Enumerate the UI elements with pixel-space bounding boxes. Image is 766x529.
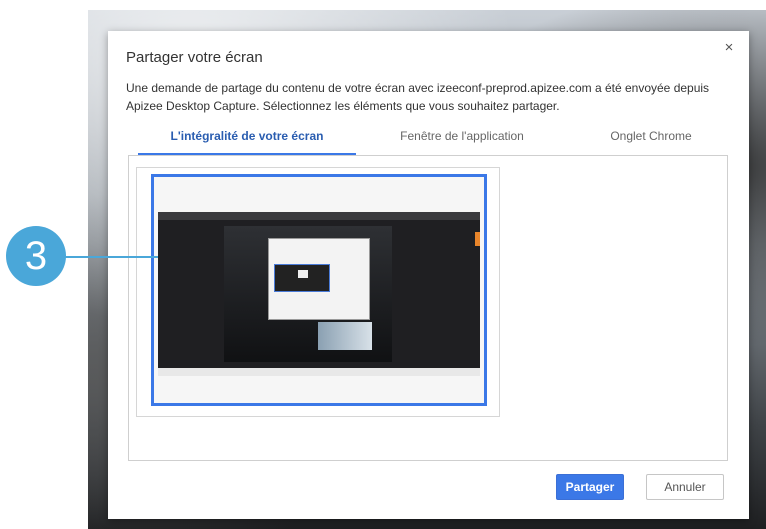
step-callout-line xyxy=(56,256,158,258)
preview-nested-thumbnail xyxy=(274,264,330,292)
preview-orange-tab xyxy=(475,232,480,246)
preview-nested-dot xyxy=(298,270,308,278)
close-icon[interactable]: × xyxy=(721,40,737,56)
tab-application-window[interactable]: Fenêtre de l'application xyxy=(363,127,561,153)
dialog-actions: Partager Annuler xyxy=(108,459,749,519)
tab-entire-screen[interactable]: L'intégralité de votre écran xyxy=(138,127,356,155)
source-pane xyxy=(128,155,728,461)
preview-taskbar xyxy=(158,368,480,376)
share-screen-dialog: Partager votre écran × Une demande de pa… xyxy=(108,31,749,519)
source-tabs: L'intégralité de votre écran Fenêtre de … xyxy=(138,127,734,155)
tab-chrome-tab[interactable]: Onglet Chrome xyxy=(568,127,734,153)
cancel-button[interactable]: Annuler xyxy=(646,474,724,500)
preview-browser-bar xyxy=(158,212,480,220)
preview-light-area xyxy=(318,322,372,350)
screen-thumbnail-card[interactable] xyxy=(136,167,500,417)
dialog-title: Partager votre écran xyxy=(126,49,263,66)
share-button[interactable]: Partager xyxy=(556,474,624,500)
step-number-badge: 3 xyxy=(6,226,66,286)
screen-preview-image xyxy=(158,212,480,376)
dialog-description: Une demande de partage du contenu de vot… xyxy=(126,81,710,113)
screen-thumbnail-selected-frame[interactable] xyxy=(151,174,487,406)
